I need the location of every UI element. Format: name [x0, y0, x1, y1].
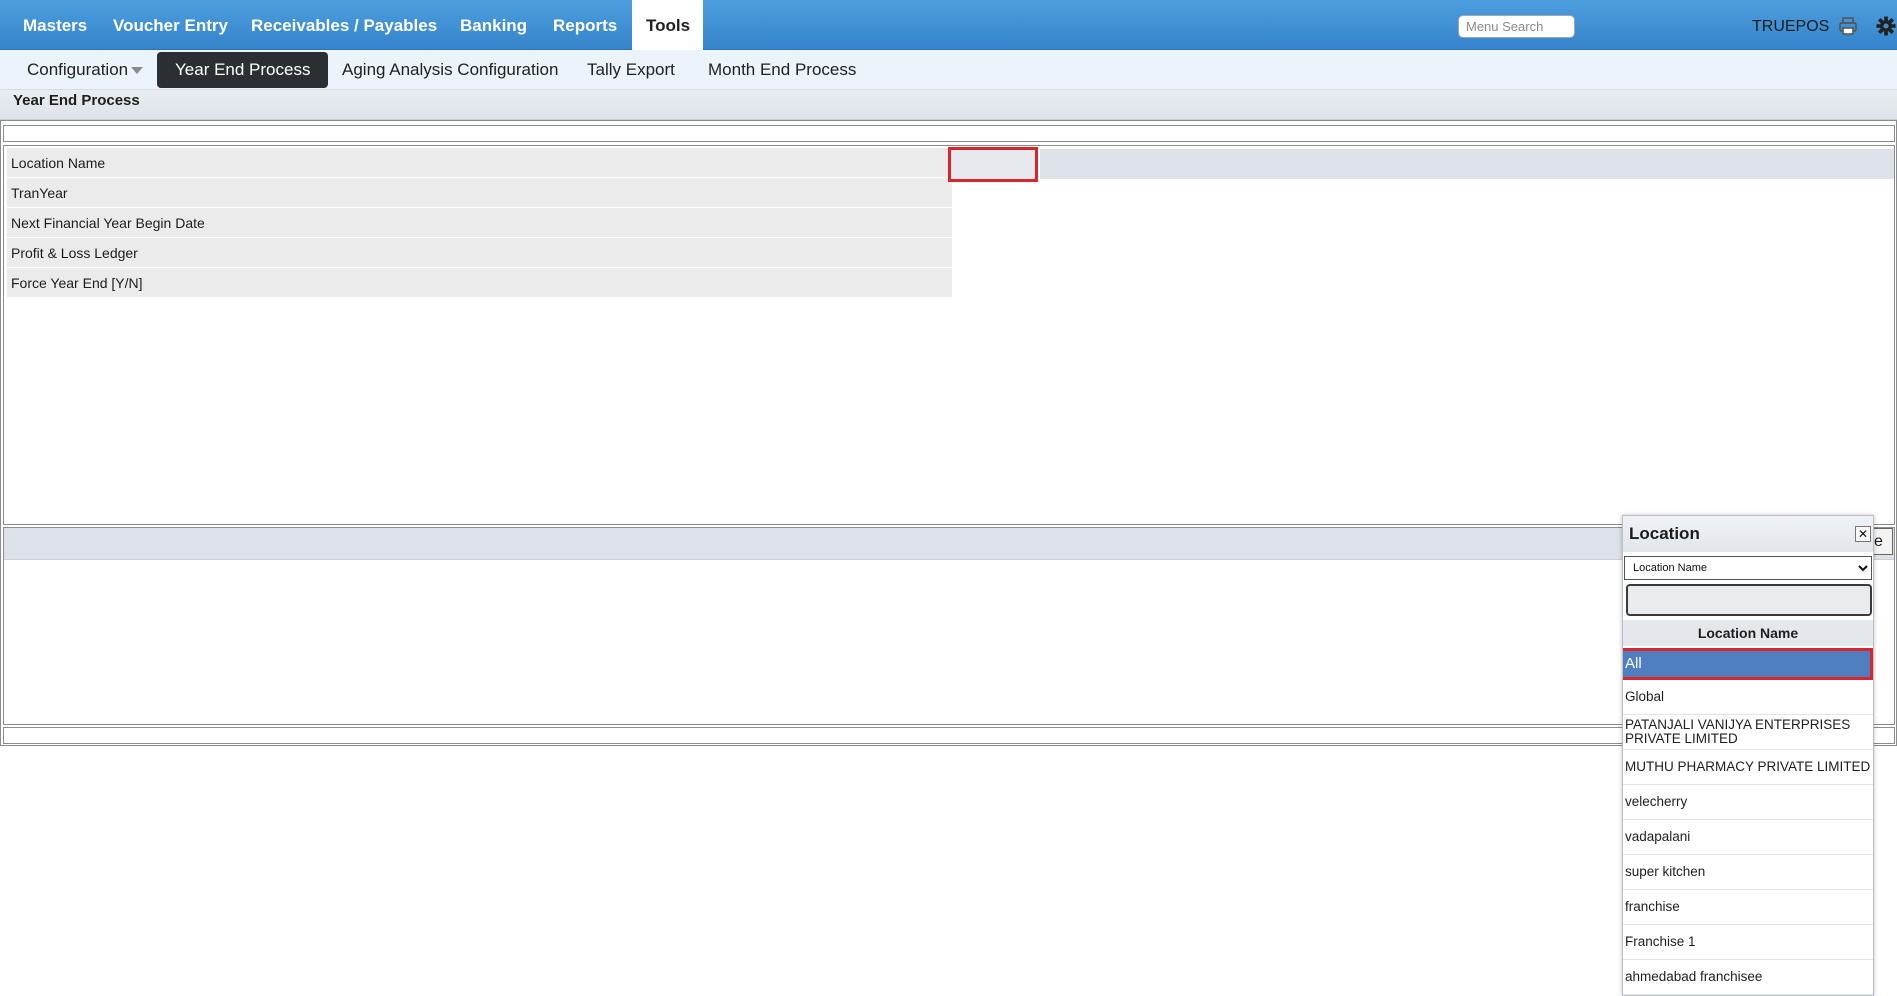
popup-header: Location ✕ — [1623, 516, 1873, 552]
chevron-down-icon — [131, 67, 144, 75]
footer-strip — [3, 727, 1895, 744]
subnav-configuration-label: Configuration — [27, 60, 129, 79]
grid-header — [4, 528, 1894, 560]
location-popup: Location ✕ Location Name Location Name A… — [1622, 515, 1874, 996]
form-row-force-year-end: Force Year End [Y/N] — [7, 268, 952, 298]
field-label: Location Name — [11, 155, 106, 171]
top-nav-bar: Masters Voucher Entry Receivables / Paya… — [0, 0, 1897, 50]
gear-icon[interactable] — [1876, 16, 1896, 36]
popup-column-header: Location Name — [1623, 620, 1873, 646]
list-item[interactable]: PATANJALI VANIJYA ENTERPRISES PRIVATE LI… — [1623, 715, 1873, 750]
list-item[interactable]: super kitchen — [1623, 855, 1873, 890]
location-name-input[interactable] — [948, 147, 1038, 182]
subnav-tally-export[interactable]: Tally Export — [575, 52, 687, 88]
popup-search-input[interactable] — [1626, 584, 1872, 616]
form-row-location-name: Location Name — [7, 148, 952, 178]
results-grid — [3, 527, 1895, 725]
popup-title: Location — [1629, 524, 1700, 543]
list-item[interactable]: MUTHU PHARMACY PRIVATE LIMITED — [1623, 750, 1873, 785]
close-icon[interactable]: ✕ — [1855, 526, 1871, 542]
form-panel: Location Name TranYear Next Financial Ye… — [3, 145, 1895, 525]
subnav-month-end-process[interactable]: Month End Process — [696, 52, 868, 88]
tab-masters[interactable]: Masters — [8, 0, 102, 50]
list-item[interactable]: Franchise 1 — [1623, 925, 1873, 960]
page-title-bar: Year End Process — [0, 90, 1897, 120]
tab-receivables-payables[interactable]: Receivables / Payables — [236, 0, 452, 50]
list-item[interactable]: Global — [1623, 680, 1873, 715]
subnav-aging-analysis-configuration[interactable]: Aging Analysis Configuration — [330, 52, 570, 88]
form-row-profit-loss-ledger: Profit & Loss Ledger — [7, 238, 952, 268]
location-name-display — [1040, 149, 1894, 179]
search-field-select[interactable]: Location Name — [1624, 556, 1872, 580]
printer-icon[interactable] — [1838, 16, 1858, 36]
list-item[interactable]: ahmedabad franchisee — [1623, 960, 1873, 995]
sub-nav-bar: Configuration Year End Process Aging Ana… — [0, 50, 1897, 90]
form-row-tranyear: TranYear — [7, 178, 952, 208]
list-item[interactable]: velecherry — [1623, 785, 1873, 820]
field-label: Next Financial Year Begin Date — [11, 215, 205, 231]
tab-reports[interactable]: Reports — [538, 0, 632, 50]
tab-tools[interactable]: Tools — [632, 0, 703, 50]
toolbar-strip — [3, 125, 1895, 142]
field-label: Profit & Loss Ledger — [11, 245, 138, 261]
field-label: Force Year End [Y/N] — [11, 275, 143, 291]
list-item[interactable]: franchise — [1623, 890, 1873, 925]
tab-voucher-entry[interactable]: Voucher Entry — [98, 0, 243, 50]
menu-search-input[interactable] — [1458, 15, 1575, 38]
subnav-configuration[interactable]: Configuration — [15, 52, 155, 88]
brand-label: TRUEPOS — [1752, 18, 1830, 35]
page-title: Year End Process — [13, 92, 140, 109]
subnav-year-end-process[interactable]: Year End Process — [157, 52, 329, 88]
field-label: TranYear — [11, 185, 68, 201]
tab-banking[interactable]: Banking — [445, 0, 542, 50]
list-item[interactable]: vadapalani — [1623, 820, 1873, 855]
location-list: All Global PATANJALI VANIJYA ENTERPRISES… — [1623, 648, 1873, 995]
list-item-all[interactable]: All — [1623, 648, 1873, 680]
form-row-next-fy-begin-date: Next Financial Year Begin Date — [7, 208, 952, 238]
